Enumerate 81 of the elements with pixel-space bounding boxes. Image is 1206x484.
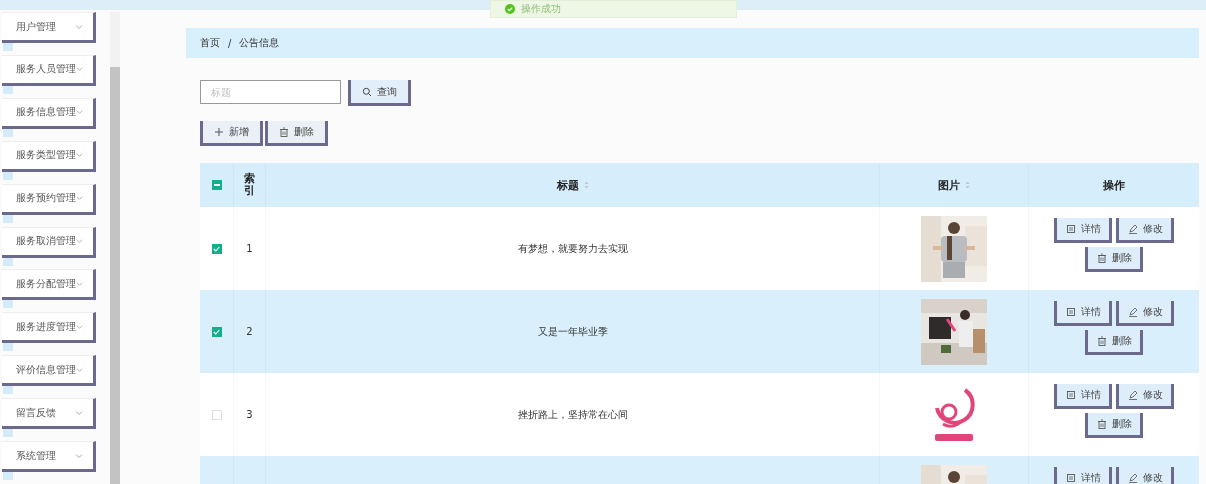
marker-square xyxy=(3,257,13,266)
search-button[interactable]: 查询 xyxy=(348,80,411,106)
details-button[interactable]: 详情 xyxy=(1054,467,1112,484)
sidebar-menu-item[interactable]: 留言反馈 xyxy=(2,398,96,430)
sidebar-menu-item[interactable]: 用户管理 xyxy=(2,12,96,43)
delete-button[interactable]: 删除 xyxy=(1085,413,1143,438)
sort-icon xyxy=(583,181,589,189)
details-button[interactable]: 详情 xyxy=(1054,301,1112,326)
plus-icon xyxy=(214,127,224,137)
chevron-icon xyxy=(76,194,83,203)
delete-button[interactable]: 删除 xyxy=(1085,247,1143,272)
sidebar-menu-item[interactable]: 系统管理 xyxy=(2,441,96,473)
checkbox[interactable] xyxy=(211,243,222,254)
marker-square xyxy=(3,472,13,481)
marker-square xyxy=(3,214,13,223)
index-cell: 1 xyxy=(246,243,253,254)
chevron-icon xyxy=(76,365,83,374)
column-header[interactable]: 标题 xyxy=(556,177,589,193)
add-button[interactable]: 新增 xyxy=(200,121,263,146)
title-cell: 又是一年毕业季 xyxy=(537,324,608,339)
column-header: 索引 xyxy=(244,172,255,198)
delete-button[interactable]: 删除 xyxy=(265,121,328,146)
delete-button[interactable]: 删除 xyxy=(1085,330,1143,355)
marker-square xyxy=(3,128,13,137)
chevron-icon xyxy=(76,279,83,288)
marker-square xyxy=(3,43,13,51)
edit-button[interactable]: 修改 xyxy=(1116,467,1174,484)
pencil-icon xyxy=(1127,390,1138,400)
column-header: 操作 xyxy=(1103,177,1125,193)
sort-icon xyxy=(965,181,970,189)
index-cell: 3 xyxy=(246,409,253,420)
sidebar-menu-item[interactable]: 服务取消管理 xyxy=(2,226,96,258)
chevron-icon xyxy=(75,22,83,31)
marker-square xyxy=(3,343,13,352)
document-icon xyxy=(1065,224,1076,234)
pencil-icon xyxy=(1127,224,1138,234)
sidebar-menu-item[interactable]: 服务类型管理 xyxy=(2,140,96,172)
marker-square xyxy=(3,386,13,395)
checkbox[interactable] xyxy=(211,326,222,337)
edit-button[interactable]: 修改 xyxy=(1116,218,1174,243)
trash-icon xyxy=(1096,336,1107,346)
title-cell: 挫折路上，坚持常在心间 xyxy=(517,407,628,422)
chevron-icon xyxy=(76,237,83,246)
document-icon xyxy=(1065,390,1076,400)
marker-square xyxy=(3,171,13,180)
toast-text: 操作成功 xyxy=(521,2,561,16)
success-icon xyxy=(505,4,515,14)
pencil-icon xyxy=(1127,307,1138,317)
sidebar-menu-item[interactable]: 服务进度管理 xyxy=(2,312,96,344)
chevron-icon xyxy=(75,451,83,460)
column-header[interactable]: 图片 xyxy=(938,177,970,193)
breadcrumb-link[interactable]: 首页 xyxy=(200,36,220,50)
chevron-icon xyxy=(76,65,83,74)
chevron-icon xyxy=(76,108,83,117)
document-icon xyxy=(1065,473,1076,483)
checkbox[interactable] xyxy=(211,180,222,190)
document-icon xyxy=(1065,307,1076,317)
breadcrumb-separator: / xyxy=(228,37,232,49)
trash-icon xyxy=(279,127,289,137)
sidebar-menu-item[interactable]: 服务分配管理 xyxy=(2,269,96,301)
chevron-icon xyxy=(76,151,83,160)
pencil-icon xyxy=(1127,473,1138,483)
chevron-icon xyxy=(75,408,83,417)
edit-button[interactable]: 修改 xyxy=(1116,384,1174,409)
sidebar-menu-item[interactable]: 评价信息管理 xyxy=(2,355,96,387)
details-button[interactable]: 详情 xyxy=(1054,384,1112,409)
trash-icon xyxy=(1096,253,1107,263)
chevron-icon xyxy=(76,322,83,331)
index-cell: 2 xyxy=(246,326,253,337)
title-cell: 有梦想，就要努力去实现 xyxy=(517,241,628,256)
breadcrumb-link[interactable]: 公告信息 xyxy=(239,36,280,50)
search-icon xyxy=(362,86,372,97)
marker-square xyxy=(3,300,13,309)
details-button[interactable]: 详情 xyxy=(1054,218,1112,243)
trash-icon xyxy=(1096,419,1107,429)
marker-square xyxy=(3,85,13,94)
marker-square xyxy=(3,429,13,438)
edit-button[interactable]: 修改 xyxy=(1116,301,1174,326)
sidebar-menu-item[interactable]: 服务信息管理 xyxy=(2,97,96,129)
sidebar-menu-item[interactable]: 服务人员管理 xyxy=(2,54,96,86)
sidebar-menu-item[interactable]: 服务预约管理 xyxy=(2,183,96,215)
